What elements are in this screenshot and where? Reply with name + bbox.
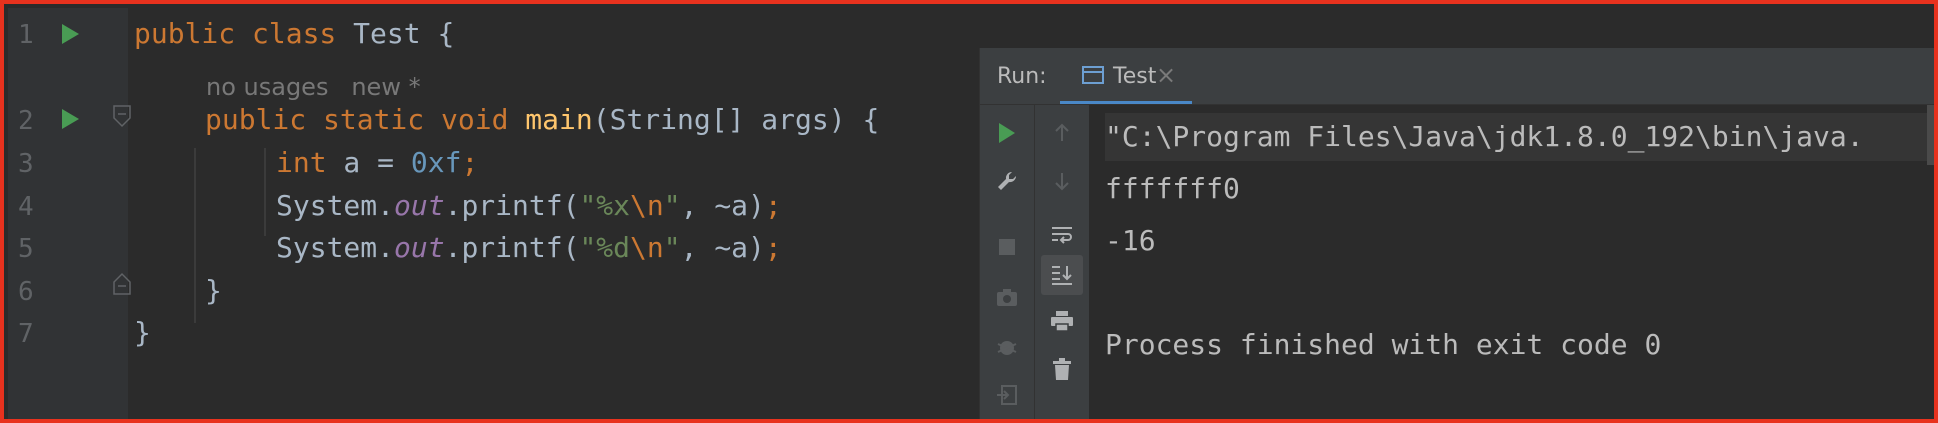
line-number: 4 (18, 192, 34, 222)
run-icon (999, 123, 1015, 143)
line-number: 3 (18, 149, 34, 179)
tab-label: Test (1113, 64, 1157, 89)
trash-icon (1053, 358, 1071, 380)
print-icon (1051, 311, 1073, 332)
console-line: "C:\Program Files\Java\jdk1.8.0_192\bin\… (1105, 120, 1864, 153)
bug-icon (997, 341, 1017, 355)
run-class-icon[interactable] (62, 24, 79, 44)
console-line: Process finished with exit code 0 (1105, 328, 1662, 361)
scroll-up-button[interactable] (1035, 113, 1089, 153)
fold-close-icon[interactable] (112, 272, 132, 296)
scroll-to-end-icon (1052, 266, 1072, 285)
console-scrollbar[interactable] (1927, 105, 1934, 165)
restore-layout-button[interactable] (980, 375, 1034, 415)
code-line-6: } (205, 274, 222, 307)
close-icon[interactable]: × (1156, 61, 1176, 89)
code-line-2: public static void main(String[] args) { (205, 103, 880, 136)
console-line: -16 (1105, 224, 1156, 257)
indent-guide (264, 148, 266, 236)
line-number: 7 (18, 319, 34, 349)
code-line-7: } (134, 316, 151, 349)
tab-test[interactable]: Test × (1060, 48, 1192, 104)
line-number: 5 (18, 234, 34, 264)
inlay-hint[interactable]: no usages new * (206, 69, 421, 105)
code-line-5: System.out.printf("%d\n", ~a); (276, 231, 782, 264)
run-main-icon[interactable] (62, 109, 79, 129)
scroll-to-end-button[interactable] (1041, 255, 1083, 295)
usages-hint: no usages (206, 73, 329, 101)
stop-icon (999, 239, 1015, 255)
line-number: 1 (18, 20, 34, 50)
rerun-button[interactable] (980, 113, 1034, 153)
console-output[interactable]: "C:\Program Files\Java\jdk1.8.0_192\bin\… (1105, 105, 1934, 419)
clear-all-button[interactable] (1035, 349, 1089, 389)
print-button[interactable] (1035, 301, 1089, 341)
editor-gutter: 1 2 3 4 5 6 7 (8, 8, 131, 419)
wrench-icon (998, 171, 1017, 190)
code-line-1: public class Test { (134, 17, 455, 50)
run-toolbar-secondary (1034, 105, 1089, 419)
console-icon (1082, 66, 1104, 84)
indent-guide (194, 148, 196, 323)
code-line-4: System.out.printf("%x\n", ~a); (276, 189, 782, 222)
exit-icon (997, 385, 1017, 405)
code-editor[interactable]: public class Test { no usages new * publ… (134, 8, 984, 419)
camera-icon (997, 289, 1017, 306)
stop-button[interactable] (980, 227, 1034, 267)
run-tool-window: Run: Test × "C:\Program Files\Java\jdk1.… (979, 48, 1934, 419)
fold-open-icon[interactable] (112, 104, 132, 128)
soft-wrap-button[interactable] (1035, 215, 1089, 255)
settings-button[interactable] (980, 161, 1034, 201)
run-label: Run: (997, 64, 1047, 89)
line-number: 2 (18, 106, 34, 136)
code-line-3: int a = 0xf; (276, 146, 479, 179)
author-hint: new * (351, 73, 421, 101)
scroll-down-button[interactable] (1035, 161, 1089, 201)
line-number: 6 (18, 277, 34, 307)
ide-window: 1 2 3 4 5 6 7 public class Test { no usa… (0, 0, 1938, 423)
soft-wrap-icon (1052, 227, 1072, 244)
run-toolbar-primary (980, 105, 1034, 419)
exit-debug-button[interactable] (980, 327, 1034, 367)
arrow-down-icon (1055, 173, 1069, 191)
run-tool-header: Run: Test × (980, 48, 1934, 105)
dump-threads-button[interactable] (980, 277, 1034, 317)
arrow-up-icon (1055, 123, 1069, 141)
console-line: fffffff0 (1105, 172, 1240, 205)
